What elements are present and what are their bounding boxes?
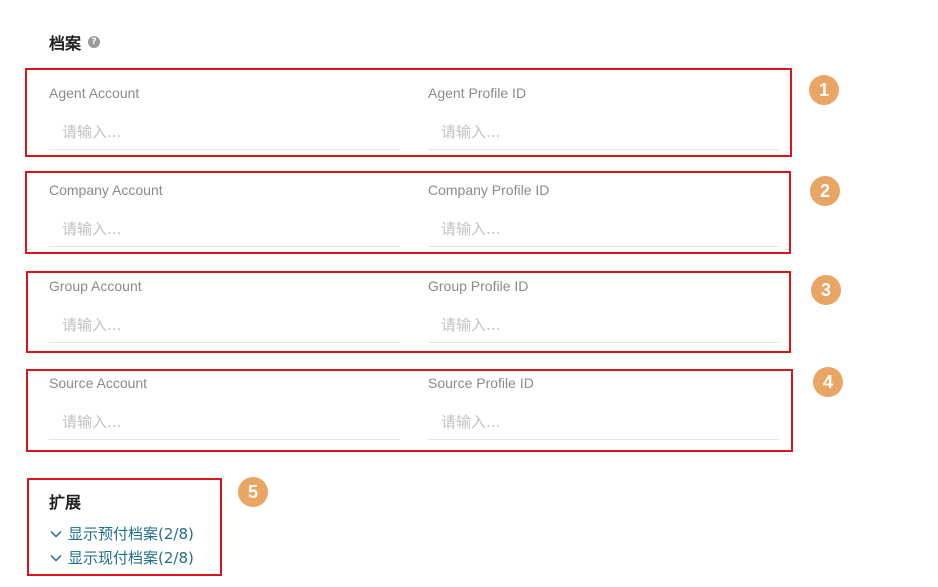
- agent-account-input[interactable]: [49, 114, 400, 150]
- chevron-down-icon: [50, 530, 62, 538]
- section-title: 档案 ?: [49, 30, 101, 54]
- agent-profile-id-input[interactable]: [428, 114, 779, 150]
- source-profile-id-input[interactable]: [428, 404, 779, 440]
- group-profile-id-input[interactable]: [428, 307, 779, 343]
- source-account-label: Source Account: [49, 375, 148, 391]
- annotation-badge-5: 5: [238, 477, 268, 507]
- show-postpaid-profiles-link[interactable]: 显示现付档案(2/8): [49, 547, 194, 568]
- chevron-down-icon: [50, 554, 62, 562]
- help-icon[interactable]: ?: [88, 36, 101, 48]
- annotation-badge-4: 4: [813, 367, 843, 397]
- agent-account-label: Agent Account: [49, 85, 140, 101]
- agent-profile-id-label: Agent Profile ID: [428, 85, 527, 101]
- source-account-input[interactable]: [49, 404, 400, 440]
- section-title-label: 档案: [49, 34, 82, 53]
- group-account-label: Group Account: [49, 278, 142, 294]
- source-profile-id-label: Source Profile ID: [428, 375, 534, 391]
- company-account-input[interactable]: [49, 211, 400, 247]
- annotation-badge-1: 1: [809, 75, 839, 105]
- group-account-input[interactable]: [49, 307, 400, 343]
- company-profile-id-input[interactable]: [428, 211, 779, 247]
- extension-section: 扩展 显示预付档案(2/8) 显示现付档案(2/8): [27, 478, 222, 576]
- group-profile-id-label: Group Profile ID: [428, 278, 529, 294]
- company-profile-id-label: Company Profile ID: [428, 182, 550, 198]
- company-account-label: Company Account: [49, 182, 163, 198]
- extension-title: 扩展: [49, 493, 82, 512]
- show-prepaid-profiles-label: 显示预付档案(2/8): [68, 525, 194, 543]
- show-prepaid-profiles-link[interactable]: 显示预付档案(2/8): [49, 523, 194, 544]
- annotation-badge-2: 2: [810, 176, 840, 206]
- annotation-badge-3: 3: [811, 275, 841, 305]
- show-postpaid-profiles-label: 显示现付档案(2/8): [68, 549, 194, 567]
